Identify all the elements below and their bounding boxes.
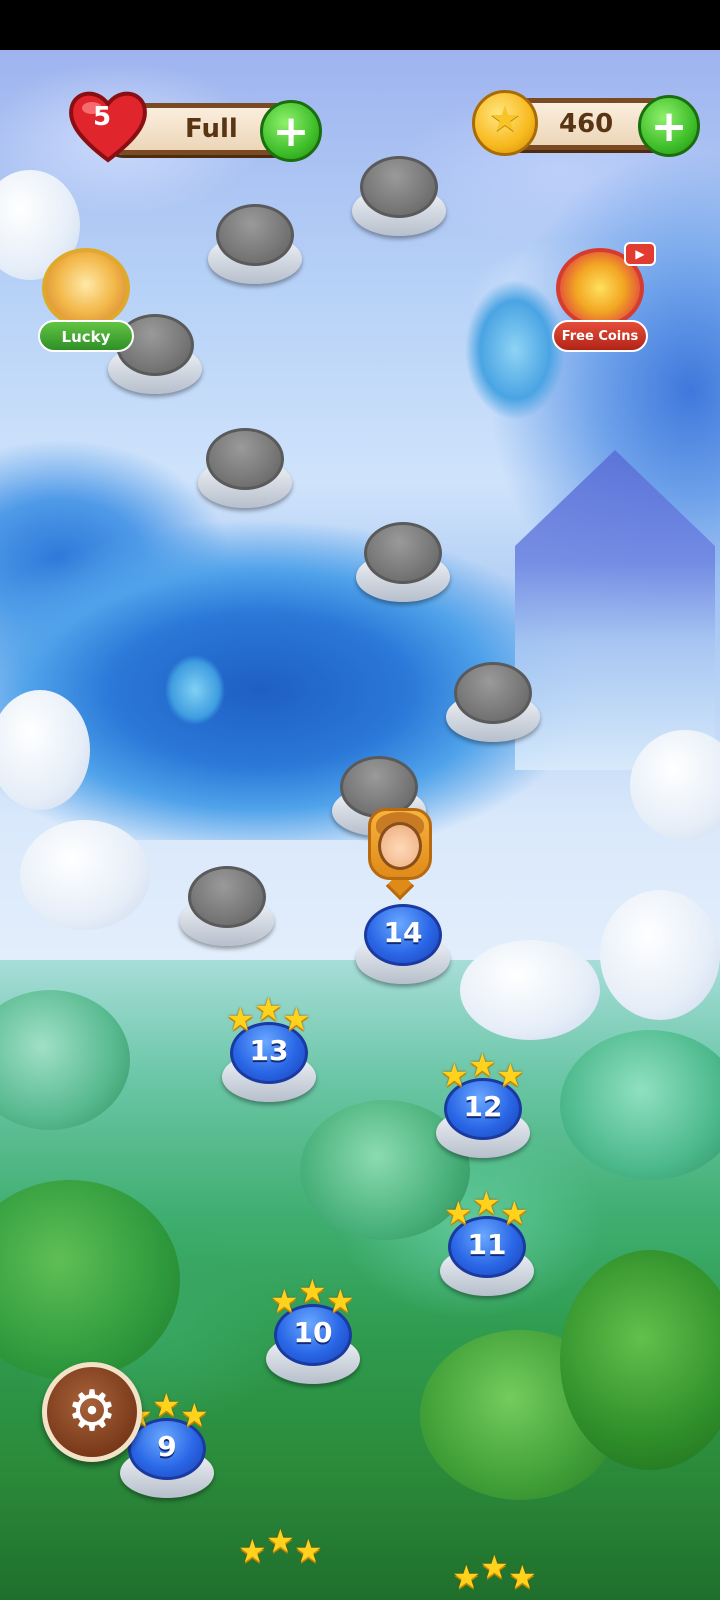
level-number: 11: [467, 1228, 507, 1261]
coin-icon: ★: [472, 90, 538, 156]
level-stars: ★ ★ ★: [270, 1272, 356, 1320]
plus-icon: +: [650, 101, 688, 152]
free-coins-label: Free Coins: [552, 320, 648, 352]
heart-icon: 5: [66, 86, 150, 166]
avatar-face-icon: [378, 822, 422, 870]
star-icon: ★: [444, 1194, 473, 1232]
player-avatar-marker[interactable]: [368, 808, 432, 901]
star-icon: ★: [496, 1056, 525, 1094]
game-map: Full 5 + 460 ★ + Lucky ▶ Free Coins 14 1…: [0, 0, 720, 1600]
star-icon: ★: [452, 1558, 481, 1596]
lives-count: 5: [92, 102, 112, 132]
star-icon: ★: [298, 1272, 327, 1310]
lucky-button[interactable]: Lucky: [38, 248, 134, 352]
star-icon: ★: [226, 1000, 255, 1038]
level-number: 13: [249, 1034, 289, 1067]
lock-pad-icon: [216, 204, 294, 266]
status-bar: [0, 0, 720, 50]
star-icon: ★: [468, 1046, 497, 1084]
level-stars: ★ ★ ★: [226, 990, 312, 1038]
level-node-13[interactable]: 13 ★ ★ ★: [222, 990, 316, 1102]
level-number: 12: [463, 1090, 503, 1123]
level-stars-partial: ★ ★ ★: [238, 1522, 324, 1570]
level-stars: ★ ★ ★: [444, 1184, 530, 1232]
star-icon: ★: [488, 99, 522, 140]
star-icon: ★: [152, 1386, 181, 1424]
level-node-12[interactable]: 12 ★ ★ ★: [436, 1046, 530, 1158]
coins-amount: 460: [559, 109, 614, 139]
level-node-10[interactable]: 10 ★ ★ ★: [266, 1272, 360, 1384]
lucky-label: Lucky: [38, 320, 134, 352]
lives-status: Full: [185, 114, 238, 144]
star-icon: ★: [254, 990, 283, 1028]
star-icon: ★: [480, 1548, 509, 1586]
level-stars-partial: ★ ★ ★: [452, 1548, 538, 1596]
lock-pad-icon: [364, 522, 442, 584]
star-icon: ★: [500, 1194, 529, 1232]
level-stars: ★ ★ ★: [440, 1046, 526, 1094]
star-icon: ★: [282, 1000, 311, 1038]
star-icon: ★: [472, 1184, 501, 1222]
snowy-tree: [20, 820, 150, 930]
lock-pad-icon: [360, 156, 438, 218]
level-number: 10: [293, 1316, 333, 1349]
star-icon: ★: [326, 1282, 355, 1320]
settings-button[interactable]: ⚙: [42, 1362, 142, 1462]
star-icon: ★: [180, 1396, 209, 1434]
star-icon: ★: [266, 1522, 295, 1560]
star-icon: ★: [440, 1056, 469, 1094]
locked-level-node[interactable]: [180, 866, 274, 946]
level-number: 9: [157, 1430, 177, 1463]
add-coins-button[interactable]: +: [638, 95, 700, 157]
level-node-14[interactable]: 14: [356, 904, 450, 984]
plus-icon: +: [272, 106, 310, 157]
lock-pad-icon: [206, 428, 284, 490]
locked-level-node[interactable]: [356, 522, 450, 602]
free-coins-button[interactable]: ▶ Free Coins: [552, 242, 656, 352]
snowy-tree: [460, 940, 600, 1040]
snowy-tree: [600, 890, 720, 1020]
add-lives-button[interactable]: +: [260, 100, 322, 162]
star-icon: ★: [238, 1532, 267, 1570]
locked-level-node[interactable]: [198, 428, 292, 508]
level-number: 14: [383, 916, 423, 949]
star-icon: ★: [270, 1282, 299, 1320]
lock-pad-icon: [454, 662, 532, 724]
lucky-bag-icon: [42, 248, 130, 328]
star-icon: ★: [508, 1558, 537, 1596]
ice-duck-statue: [160, 650, 230, 730]
locked-level-node[interactable]: [208, 204, 302, 284]
video-icon: ▶: [624, 242, 656, 266]
locked-level-node[interactable]: [352, 156, 446, 236]
locked-level-node[interactable]: [446, 662, 540, 742]
lock-pad-icon: [188, 866, 266, 928]
gear-icon: ⚙: [66, 1379, 118, 1444]
star-icon: ★: [294, 1532, 323, 1570]
level-node-11[interactable]: 11 ★ ★ ★: [440, 1184, 534, 1296]
